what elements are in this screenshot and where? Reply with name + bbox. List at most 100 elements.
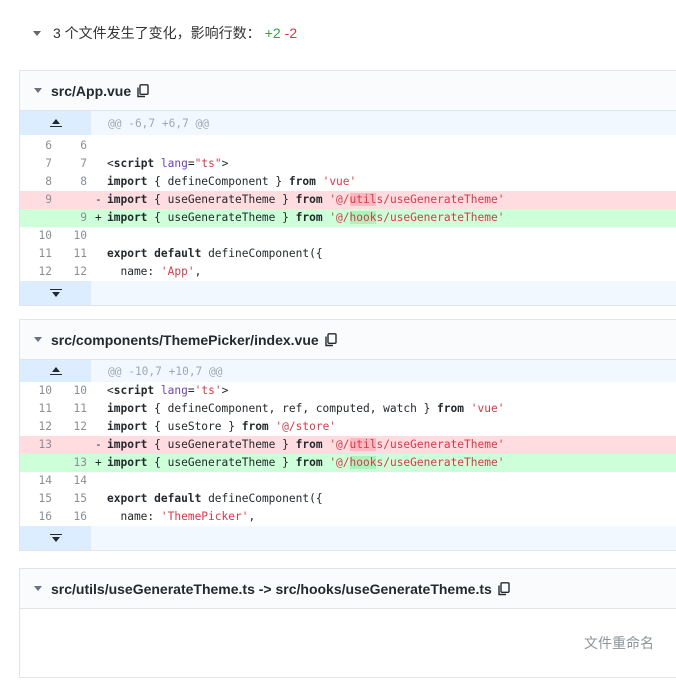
new-line-number: 7: [80, 157, 87, 170]
code-text: import { defineComponent } from 'vue': [107, 175, 357, 188]
new-line-number: 14: [73, 474, 87, 487]
copy-icon[interactable]: [137, 83, 151, 99]
caret-down-icon[interactable]: [34, 586, 42, 591]
old-line-number: 9: [45, 193, 52, 206]
diff-line-ctx: 66: [20, 137, 676, 155]
expand-down-icon: [51, 537, 60, 542]
diff-lines: 66 77 <script lang="ts"> 8 8 import { defi…: [20, 137, 676, 281]
old-line-number: 12: [38, 265, 52, 278]
old-line-number: 16: [38, 510, 52, 523]
caret-down-icon[interactable]: [33, 30, 41, 36]
diff-line-ctx: 11 11 import { defineComponent, ref, comp…: [20, 400, 676, 418]
new-line-number: 10: [73, 229, 87, 242]
rename-body: 文件重命名: [20, 609, 676, 677]
copy-icon[interactable]: [498, 581, 512, 597]
expand-down-button[interactable]: [20, 281, 91, 305]
file-name: src/App.vue: [51, 82, 132, 99]
new-line-number: [56, 191, 91, 209]
diff-line-ctx: 16 16 name: 'ThemePicker',: [20, 508, 676, 526]
hunk-range: @@ -6,7 +6,7 @@: [108, 116, 210, 130]
old-line-number: 11: [38, 247, 52, 260]
expand-up-icon: [51, 367, 60, 372]
new-line-number: 15: [73, 492, 87, 505]
new-line-number: 11: [73, 402, 87, 415]
diff-line-ctx: 7 7 <script lang="ts">: [20, 155, 676, 173]
diff-line-ctx: 14 14: [20, 472, 676, 490]
diff-line-add: 9 + import { useGenerateTheme } from '@/ho…: [20, 209, 676, 227]
file-diff-rename: src/utils/useGenerateTheme.ts -> src/hoo…: [19, 568, 676, 678]
diff-lines: 10 10 <script lang='ts'> 11 11 import { def…: [20, 382, 676, 526]
expand-down-icon: [51, 292, 60, 297]
file-diff-themepicker: src/components/ThemePicker/index.vue @@ …: [19, 319, 676, 551]
file-name: src/components/ThemePicker/index.vue: [51, 331, 319, 348]
code-text: + import { useGenerateTheme } from '@/hoo…: [95, 456, 505, 469]
new-line-number: 16: [73, 510, 87, 523]
expand-up-button[interactable]: [20, 111, 91, 135]
code-text: export default defineComponent({: [107, 492, 323, 505]
old-line-number: 15: [38, 492, 52, 505]
file-header[interactable]: src/App.vue: [20, 71, 676, 111]
code-text: - import { useGenerateTheme } from '@/uti…: [95, 438, 505, 451]
code-text: name: 'ThemePicker',: [107, 510, 256, 523]
old-line-number: 12: [38, 420, 52, 433]
diff-line-del: 13 - import { useGenerateTheme } from '@/u…: [20, 436, 676, 454]
diff-line-ctx: 12 12 import { useStore } from '@/store': [20, 418, 676, 436]
hunk-footer: [20, 281, 676, 305]
old-line-number: 7: [45, 157, 52, 170]
expand-up-icon: [51, 119, 60, 124]
new-line-number: 8: [80, 175, 87, 188]
code-text: <script lang="ts">: [107, 157, 229, 170]
code-text: - import { useGenerateTheme } from '@/uti…: [95, 193, 505, 206]
old-line-number: [20, 454, 56, 472]
new-line-number: [56, 436, 91, 454]
old-line-number: 14: [38, 474, 52, 487]
expand-down-button[interactable]: [20, 526, 91, 550]
code-text: + import { useGenerateTheme } from '@/hoo…: [95, 211, 505, 224]
hunk-header: @@ -6,7 +6,7 @@: [20, 111, 676, 135]
hunk-range: @@ -10,7 +10,7 @@: [108, 364, 223, 378]
diff-line-ctx: 12 12 name: 'App',: [20, 263, 676, 281]
rename-note: 文件重命名: [584, 635, 654, 651]
code-text: <script lang='ts'>: [107, 384, 229, 397]
hunk-header: @@ -10,7 +10,7 @@: [20, 360, 676, 382]
file-header[interactable]: src/components/ThemePicker/index.vue: [20, 320, 676, 360]
new-line-number: 10: [73, 384, 87, 397]
new-line-number: 11: [73, 247, 87, 260]
diff-line-ctx: 15 15 export default defineComponent({: [20, 490, 676, 508]
code-text: name: 'App',: [107, 265, 202, 278]
old-line-number: 8: [45, 175, 52, 188]
copy-icon[interactable]: [324, 332, 339, 348]
diff-line-del: 9 - import { useGenerateTheme } from '@/ut…: [20, 191, 676, 209]
old-line-number: 10: [38, 384, 52, 397]
deleted-count: -2: [284, 25, 298, 41]
added-count: +2: [264, 25, 281, 41]
diff-line-ctx: 11 11 export default defineComponent({: [20, 245, 676, 263]
old-line-number: 11: [38, 402, 52, 415]
new-line-number: 9: [80, 211, 87, 224]
new-line-number: 12: [73, 420, 87, 433]
summary-text: 3 个文件发生了变化，影响行数：: [53, 25, 261, 41]
diff-line-ctx: 8 8 import { defineComponent } from 'vue': [20, 173, 676, 191]
code-text: import { useStore } from '@/store': [107, 420, 337, 433]
old-line-number: 10: [38, 229, 52, 242]
diff-line-ctx: 10 10 <script lang='ts'>: [20, 382, 676, 400]
diff-line-ctx: 10 10: [20, 227, 676, 245]
new-line-number: 13: [73, 456, 87, 469]
expand-up-button[interactable]: [20, 360, 91, 382]
file-diff-app-vue: src/App.vue @@ -6,7 +6,7 @@ 66 77 <scrip…: [19, 70, 676, 306]
hunk-footer: [20, 526, 676, 550]
old-line-number: 6: [45, 139, 52, 152]
caret-down-icon[interactable]: [34, 88, 42, 93]
file-header[interactable]: src/utils/useGenerateTheme.ts -> src/hoo…: [20, 569, 676, 609]
new-line-number: 6: [80, 139, 87, 152]
caret-down-icon[interactable]: [34, 337, 42, 342]
new-line-number: 12: [73, 265, 87, 278]
diff-summary[interactable]: 3 个文件发生了变化，影响行数： +2 -2: [33, 24, 297, 42]
file-name: src/utils/useGenerateTheme.ts -> src/hoo…: [51, 580, 492, 597]
code-text: export default defineComponent({: [107, 247, 323, 260]
code-text: import { defineComponent, ref, computed,…: [107, 402, 505, 415]
old-line-number: 13: [38, 438, 52, 451]
old-line-number: [20, 209, 56, 227]
